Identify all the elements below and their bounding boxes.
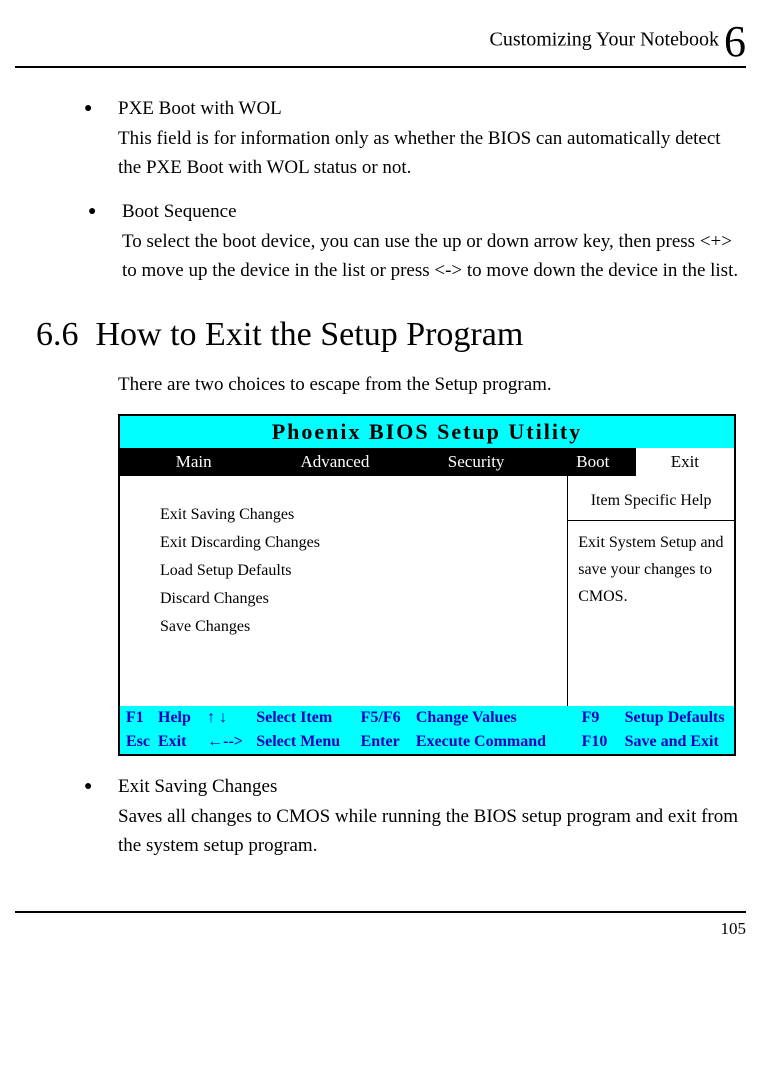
bullet-title: Exit Saving Changes (118, 776, 746, 798)
bullet-icon: ● (84, 779, 92, 795)
key-leftright: ←--> (203, 730, 252, 754)
label-help: Help (154, 706, 203, 730)
bullet-icon: ● (84, 101, 92, 117)
key-f5f6: F5/F6 (357, 706, 412, 730)
page-footer: 105 (15, 911, 746, 939)
bullet-item: ● Boot Sequence To select the boot devic… (122, 201, 746, 286)
label-change-values: Change Values (412, 706, 578, 730)
label-select-menu: Select Menu (252, 730, 356, 754)
tab-security[interactable]: Security (402, 448, 549, 476)
menu-item-load-defaults[interactable]: Load Setup Defaults (160, 562, 557, 580)
key-f1: F1 (120, 706, 154, 730)
bullet-title: Boot Sequence (122, 201, 746, 223)
key-enter: Enter (357, 730, 412, 754)
bullet-item: ● Exit Saving Changes Saves all changes … (118, 776, 746, 861)
bios-screenshot: Phoenix BIOS Setup Utility Main Advanced… (118, 414, 736, 756)
chapter-number: 6 (724, 17, 746, 66)
label-select-item: Select Item (252, 706, 356, 730)
menu-item-exit-discarding[interactable]: Exit Discarding Changes (160, 534, 557, 552)
tab-exit[interactable]: Exit (636, 448, 734, 476)
footer-row: Esc Exit ←--> Select Menu Enter Execute … (120, 730, 734, 754)
tab-advanced[interactable]: Advanced (267, 448, 402, 476)
key-f9: F9 (578, 706, 621, 730)
key-f10: F10 (578, 730, 621, 754)
bullet-item: ● PXE Boot with WOL This field is for in… (118, 98, 746, 183)
page-number: 105 (721, 919, 747, 938)
menu-item-discard-changes[interactable]: Discard Changes (160, 590, 557, 608)
header-title: Customizing Your Notebook (490, 29, 724, 51)
bullet-body: Saves all changes to CMOS while running … (118, 802, 746, 861)
tab-boot[interactable]: Boot (550, 448, 636, 476)
main-content: ● PXE Boot with WOL This field is for in… (18, 98, 746, 861)
help-header: Item Specific Help (568, 476, 734, 521)
bios-tabs: Main Advanced Security Boot Exit (120, 448, 734, 476)
key-esc: Esc (120, 730, 154, 754)
menu-item-exit-saving[interactable]: Exit Saving Changes (160, 506, 557, 524)
bios-menu-list: Exit Saving Changes Exit Discarding Chan… (120, 476, 568, 706)
bullet-body: This field is for information only as wh… (118, 124, 746, 183)
footer-row: F1 Help ↑ ↓ Select Item F5/F6 Change Val… (120, 706, 734, 730)
label-setup-defaults: Setup Defaults (621, 706, 734, 730)
intro-paragraph: There are two choices to escape from the… (118, 374, 746, 396)
bios-title: Phoenix BIOS Setup Utility (120, 416, 734, 448)
bios-footer: F1 Help ↑ ↓ Select Item F5/F6 Change Val… (120, 706, 734, 754)
menu-item-save-changes[interactable]: Save Changes (160, 618, 557, 636)
label-execute-command: Execute Command (412, 730, 578, 754)
bullet-icon: ● (88, 204, 96, 220)
bios-body: Exit Saving Changes Exit Discarding Chan… (120, 476, 734, 706)
section-heading: 6.6 How to Exit the Setup Program (36, 316, 746, 354)
help-body: Exit System Setup and save your changes … (568, 521, 734, 619)
bullet-title: PXE Boot with WOL (118, 98, 746, 120)
key-updown: ↑ ↓ (203, 706, 252, 730)
page-header: Customizing Your Notebook 6 (15, 20, 746, 68)
label-save-exit: Save and Exit (621, 730, 734, 754)
bullet-body: To select the boot device, you can use t… (122, 227, 746, 286)
label-exit: Exit (154, 730, 203, 754)
tab-main[interactable]: Main (120, 448, 267, 476)
section-title: How to Exit the Setup Program (96, 316, 524, 353)
section-number: 6.6 (36, 316, 79, 353)
bios-help-panel: Item Specific Help Exit System Setup and… (568, 476, 734, 706)
